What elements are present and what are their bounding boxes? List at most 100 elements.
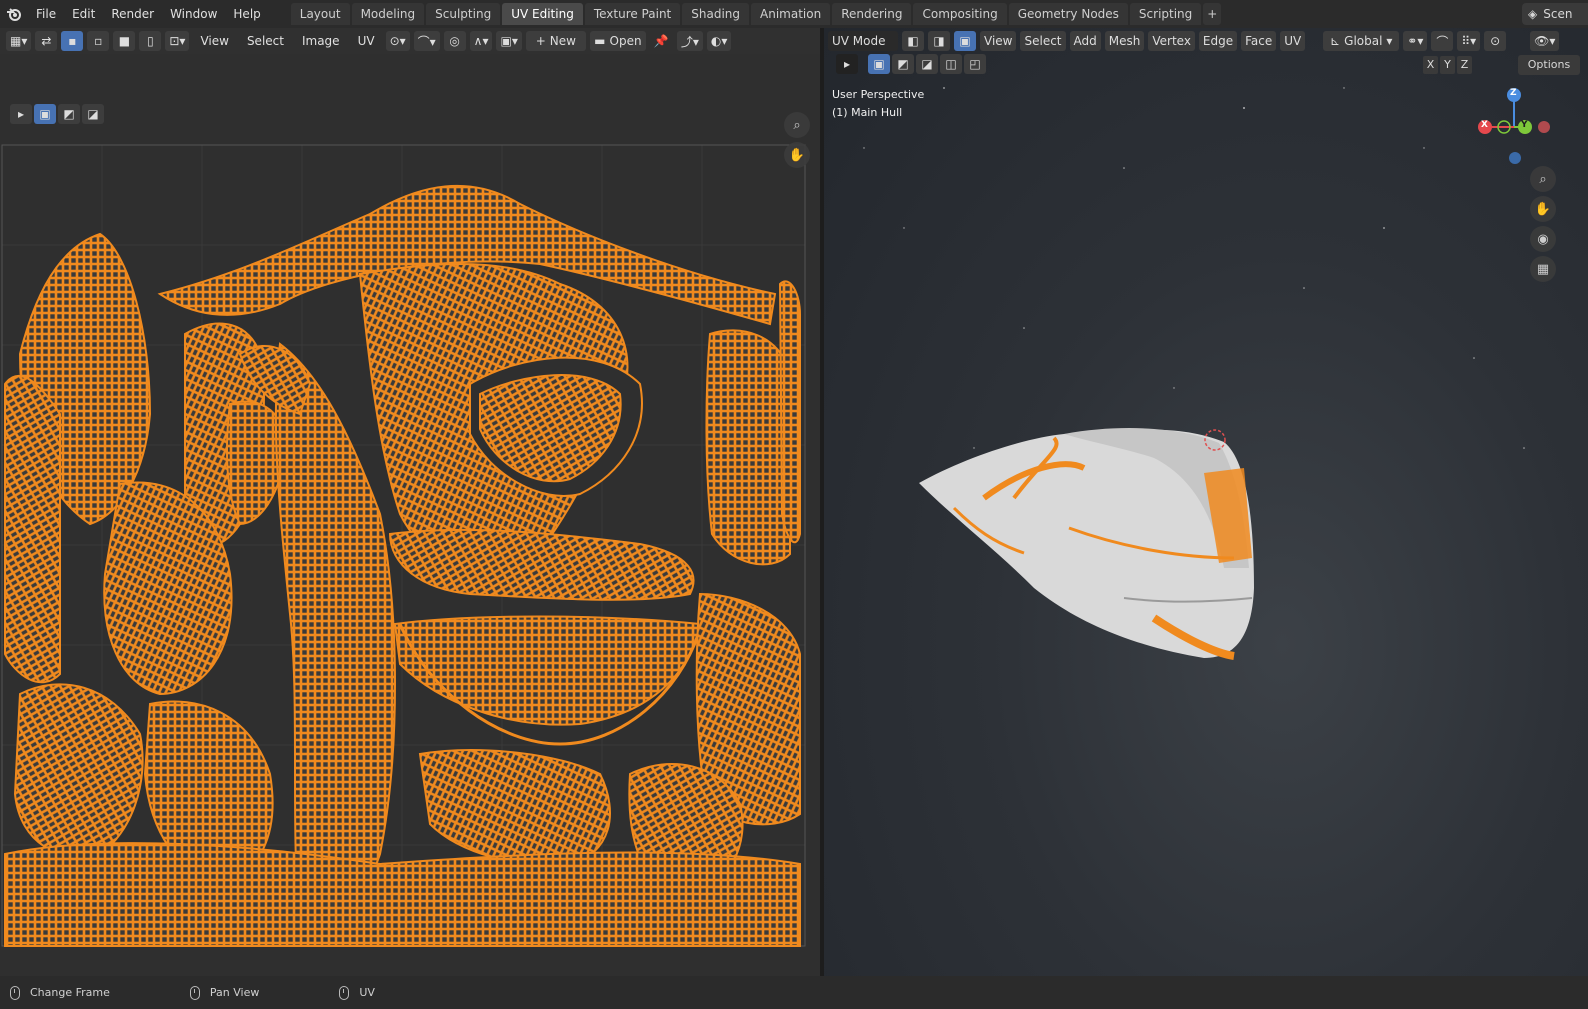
menu-edit[interactable]: Edit	[64, 3, 103, 25]
tab-shading[interactable]: Shading	[682, 3, 749, 25]
tab-animation[interactable]: Animation	[751, 3, 831, 25]
chevron-down-icon: ▾	[1386, 34, 1393, 48]
status-change-frame-label: Change Frame	[30, 986, 110, 999]
grid-perspective-icon[interactable]: ▦	[1530, 256, 1556, 282]
tab-layout[interactable]: Layout	[290, 3, 350, 25]
pivot-icon[interactable]: ⊙▾	[385, 31, 410, 51]
uv-menu-uv[interactable]: UV	[351, 31, 382, 51]
menu-window[interactable]: Window	[162, 3, 225, 25]
select-subtract-icon[interactable]: ◪	[916, 54, 938, 74]
pivot-point-icon[interactable]: ⚭▾	[1403, 31, 1428, 51]
select-subtract-icon[interactable]: ◪	[82, 104, 104, 124]
tool-toggle-icon[interactable]: ▸	[10, 104, 32, 124]
uv-canvas[interactable]: ▸ ▣ ◩ ◪ ⌕ ✋	[0, 54, 820, 976]
tab-rendering[interactable]: Rendering	[832, 3, 912, 25]
orientation-label: Global	[1344, 34, 1383, 48]
select-box-icon[interactable]: ▣	[34, 104, 56, 124]
blender-logo-icon[interactable]	[0, 0, 28, 28]
select-intersect-icon[interactable]: ◰	[964, 54, 986, 74]
top-bar: File Edit Render Window Help Layout Mode…	[0, 0, 1588, 28]
vp-menu-mesh[interactable]: Mesh	[1104, 31, 1145, 51]
mirror-z-toggle[interactable]: Z	[1457, 56, 1472, 74]
mirror-x-toggle[interactable]: X	[1423, 56, 1438, 74]
vertex-select-icon[interactable]: ▪	[61, 31, 84, 51]
new-image-button[interactable]: + New	[525, 31, 586, 51]
open-image-button[interactable]: ▬ Open	[589, 31, 646, 51]
select-invert-icon[interactable]: ◫	[940, 54, 962, 74]
menu-help[interactable]: Help	[225, 3, 268, 25]
scene-icon: ◈	[1528, 7, 1538, 21]
menu-render[interactable]: Render	[103, 3, 162, 25]
uv-grid-svg	[1, 144, 806, 947]
tab-texture-paint[interactable]: Texture Paint	[584, 3, 681, 25]
tab-uv-editing[interactable]: UV Editing	[502, 3, 583, 25]
menu-file[interactable]: File	[28, 3, 64, 25]
select-extend-icon[interactable]: ◩	[892, 54, 914, 74]
select-mode-group: ▣ ◩ ◪ ◫ ◰	[868, 54, 986, 74]
status-uv: UV	[339, 985, 375, 1000]
mode-selector[interactable]: UV Mode	[828, 31, 898, 51]
vp-menu-select[interactable]: Select	[1020, 31, 1066, 51]
workspace-tabs: Layout Modeling Sculpting UV Editing Tex…	[290, 3, 1222, 25]
options-dropdown[interactable]: Options	[1518, 55, 1580, 75]
edge-mode-icon[interactable]: ◨	[928, 31, 950, 51]
vp-menu-edge[interactable]: Edge	[1198, 31, 1238, 51]
mouse-left-icon	[10, 985, 20, 1000]
proportional-edit-icon[interactable]: ◎	[443, 31, 466, 51]
tab-sculpting[interactable]: Sculpting	[426, 3, 501, 25]
pan-hand-icon[interactable]: ✋	[784, 142, 810, 168]
tool-select-icon[interactable]: ▸	[836, 54, 858, 74]
uv-editor-area: ▦▾ ⇄ ▪ ▫ ■ ▯ ⊡▾ View Select Image UV ⊙▾ …	[0, 28, 820, 976]
mirror-y-toggle[interactable]: Y	[1440, 56, 1455, 74]
vp-menu-view[interactable]: View	[980, 31, 1017, 51]
gizmo-x-label: X	[1481, 120, 1488, 130]
uv-menu-view[interactable]: View	[193, 31, 235, 51]
falloff-icon[interactable]: ∧▾	[469, 31, 493, 51]
uv-editor-header: ▦▾ ⇄ ▪ ▫ ■ ▯ ⊡▾ View Select Image UV ⊙▾ …	[0, 28, 820, 54]
sticky-selection-icon[interactable]: ⊡▾	[165, 31, 190, 51]
status-change-frame: Change Frame	[10, 985, 110, 1000]
select-new-icon[interactable]: ▣	[868, 54, 890, 74]
snap-icon[interactable]: ⌒▾	[413, 31, 440, 51]
viewport-scene	[863, 87, 1550, 660]
face-select-icon[interactable]: ■	[113, 31, 136, 51]
zoom-icon[interactable]: ⌕	[784, 112, 810, 138]
vp-menu-face[interactable]: Face	[1241, 31, 1277, 51]
face-mode-icon[interactable]: ▣	[954, 31, 976, 51]
orientation-dropdown[interactable]: ⊾ Global ▾	[1323, 31, 1400, 51]
snap-toggle-icon[interactable]: ⌒	[1431, 31, 1454, 51]
edge-select-icon[interactable]: ▫	[87, 31, 110, 51]
viewport-visibility-icon[interactable]: 👁▾	[1530, 31, 1560, 51]
pan-hand-icon[interactable]: ✋	[1530, 196, 1556, 222]
tab-scripting[interactable]: Scripting	[1129, 3, 1202, 25]
camera-icon[interactable]: ◉	[1530, 226, 1556, 252]
vp-menu-add[interactable]: Add	[1069, 31, 1101, 51]
overlay-toggle-icon[interactable]: ◐▾	[706, 31, 732, 51]
perspective-label: User Perspective	[832, 88, 925, 101]
editor-type-icon[interactable]: ▦▾	[6, 31, 32, 51]
pin-icon[interactable]: 📌	[650, 31, 673, 51]
tab-geometry-nodes[interactable]: Geometry Nodes	[1008, 3, 1128, 25]
3d-viewport[interactable]: X Y Z UV Mode ◧ ◨ ▣ View Select Add Mesh…	[824, 28, 1588, 976]
orientation-icon: ⊾	[1330, 34, 1341, 48]
island-select-icon[interactable]: ▯	[139, 31, 162, 51]
tab-compositing[interactable]: Compositing	[913, 3, 1007, 25]
uv-menu-image[interactable]: Image	[295, 31, 347, 51]
uv-menu-select[interactable]: Select	[240, 31, 291, 51]
select-extend-icon[interactable]: ◩	[58, 104, 80, 124]
vp-menu-uv[interactable]: UV	[1280, 31, 1306, 51]
viewport-header: UV Mode ◧ ◨ ▣ View Select Add Mesh Verte…	[824, 28, 1588, 54]
vertex-mode-icon[interactable]: ◧	[902, 31, 924, 51]
snap-grid-icon[interactable]: ⠿▾	[1457, 31, 1481, 51]
open-image-label: Open	[609, 34, 642, 48]
uv-subheader: ▸ ▣ ◩ ◪	[10, 104, 104, 126]
tab-modeling[interactable]: Modeling	[351, 3, 425, 25]
add-workspace-button[interactable]: +	[1203, 3, 1222, 25]
scene-selector[interactable]: ◈ Scen	[1522, 3, 1588, 25]
sync-selection-icon[interactable]: ⇄	[35, 31, 58, 51]
gizmo-toggle-icon[interactable]: ⤴▾	[676, 31, 703, 51]
proportional-editing-icon[interactable]: ⊙	[1484, 31, 1507, 51]
vp-menu-vertex[interactable]: Vertex	[1148, 31, 1195, 51]
image-browse-icon[interactable]: ▣▾	[496, 31, 522, 51]
zoom-icon[interactable]: ⌕	[1530, 166, 1556, 192]
